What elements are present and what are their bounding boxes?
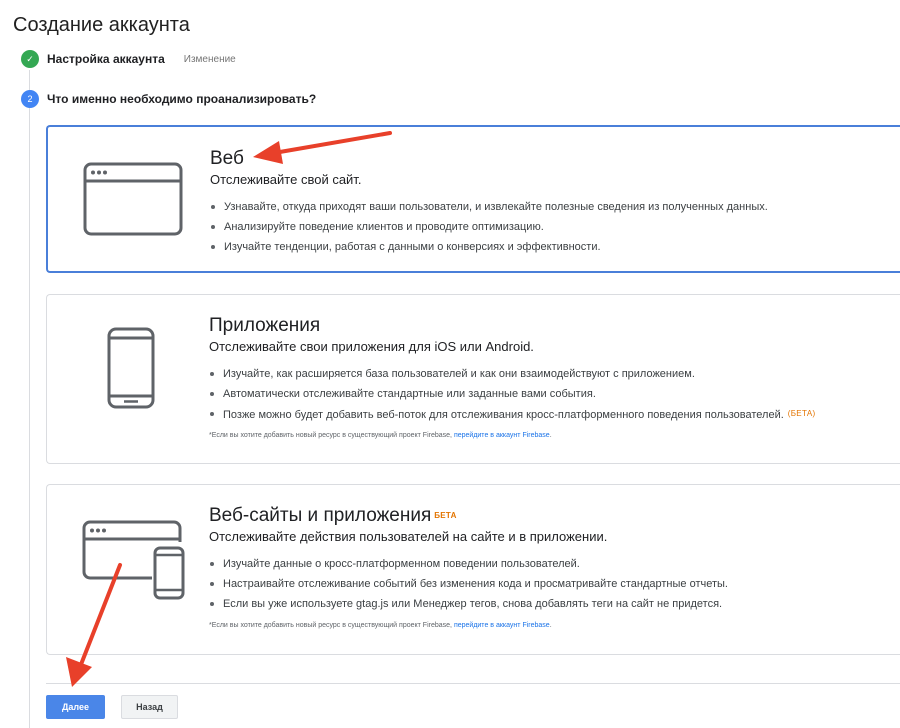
feature-list: Изучайте, как расширяется база пользоват… [209, 366, 815, 426]
stepper-rail [29, 70, 30, 728]
option-title: Веб [210, 148, 244, 169]
browser-and-phone-icon [82, 520, 185, 600]
edit-link[interactable]: Изменение [184, 54, 236, 65]
check-icon: ✓ [21, 50, 39, 68]
list-item: Автоматически отслеживайте стандартные и… [209, 386, 815, 406]
back-button[interactable]: Назад [121, 695, 178, 719]
firebase-footnote: *Если вы хотите добавить новый ресурс в … [209, 622, 552, 629]
list-item: Изучайте тенденции, работая с данными о … [210, 239, 768, 259]
option-title: Веб-сайты и приложения [209, 505, 432, 526]
step-what-to-measure: 2 Что именно необходимо проанализировать… [21, 90, 316, 108]
option-subtitle: Отслеживайте действия пользователей на с… [209, 529, 608, 544]
list-item: Узнавайте, откуда приходят ваши пользова… [210, 199, 768, 219]
step-number: 2 [21, 90, 39, 108]
option-apps-body: Приложения Отслеживайте свои приложения … [209, 314, 815, 439]
footnote-text: *Если вы хотите добавить новый ресурс в … [209, 432, 452, 439]
firebase-footnote: *Если вы хотите добавить новый ресурс в … [209, 432, 552, 439]
option-web-and-apps-card[interactable]: Веб-сайты и приложения БЕТА Отслеживайте … [46, 484, 900, 655]
beta-badge: (БЕТА) [787, 409, 816, 418]
option-apps-card[interactable]: Приложения Отслеживайте свои приложения … [46, 294, 900, 464]
create-account-page: Создание аккаунта ✓ Настройка аккаунта И… [0, 0, 900, 728]
page-title: Создание аккаунта [13, 14, 190, 36]
firebase-link[interactable]: перейдите в аккаунт Firebase [454, 622, 550, 629]
beta-badge: БЕТА [434, 511, 457, 520]
browser-window-icon [83, 162, 183, 236]
list-item: Изучайте, как расширяется база пользоват… [209, 366, 815, 386]
feature-list: Узнавайте, откуда приходят ваши пользова… [210, 199, 768, 259]
footnote-text: *Если вы хотите добавить новый ресурс в … [209, 622, 452, 629]
step-label: Что именно необходимо проанализировать? [47, 92, 317, 106]
option-subtitle: Отслеживайте свой сайт. [210, 172, 362, 187]
step-label: Настройка аккаунта [47, 52, 165, 66]
option-web-body: Веб Отслеживайте свой сайт. Узнавайте, о… [210, 147, 768, 259]
mobile-phone-icon [107, 327, 155, 409]
step-account-setup: ✓ Настройка аккаунта Изменение [21, 50, 236, 68]
option-title-row: Веб-сайты и приложения БЕТА [209, 504, 728, 528]
list-item: Анализируйте поведение клиентов и провод… [210, 219, 768, 239]
list-item: Настраивайте отслеживание событий без из… [209, 576, 728, 596]
list-item: Позже можно будет добавить веб-поток для… [209, 406, 815, 426]
list-item: Если вы уже используете gtag.js или Мене… [209, 596, 728, 616]
list-item-text: Позже можно будет добавить веб-поток для… [223, 409, 784, 421]
next-button[interactable]: Далее [46, 695, 105, 719]
option-web-card[interactable]: Веб Отслеживайте свой сайт. Узнавайте, о… [46, 125, 900, 273]
option-subtitle: Отслеживайте свои приложения для iOS или… [209, 339, 534, 354]
option-title: Приложения [209, 315, 321, 336]
list-item: Изучайте данные о кросс-платформенном по… [209, 556, 728, 576]
footer-divider [46, 683, 900, 684]
firebase-link[interactable]: перейдите в аккаунт Firebase [454, 432, 550, 439]
option-web-and-apps-body: Веб-сайты и приложения БЕТА Отслеживайте … [209, 504, 728, 629]
feature-list: Изучайте данные о кросс-платформенном по… [209, 556, 728, 616]
